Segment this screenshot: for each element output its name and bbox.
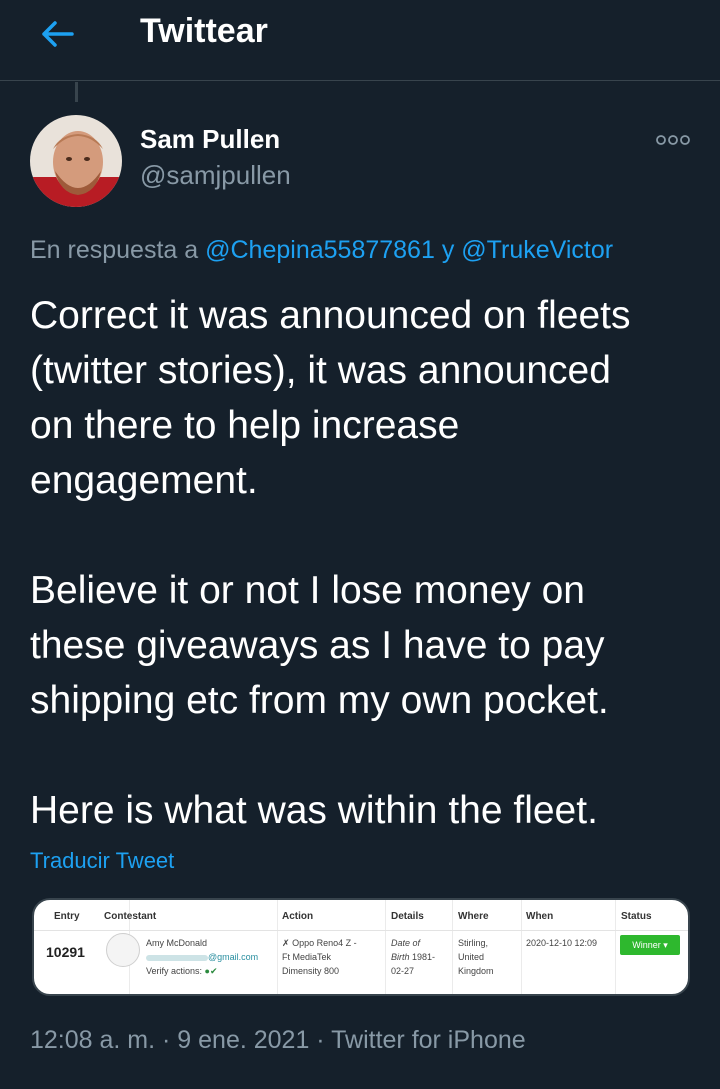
top-bar: Twittear [0, 0, 720, 81]
verify-label: Verify actions: [146, 966, 203, 976]
tweet-line: Here is what was within the fleet. [30, 789, 598, 832]
tweet-line: on there to help increase [30, 404, 460, 447]
table-divider [277, 900, 278, 994]
details-cell: Date of Birth 1981- 02-27 [391, 936, 435, 978]
tool-icon: ✗ [282, 938, 290, 948]
reply-prefix: En respuesta a [30, 236, 206, 264]
email-domain: @gmail.com [208, 952, 259, 962]
where-line: Kingdom [458, 966, 494, 976]
avatar-photo [30, 115, 122, 207]
author-avatar[interactable] [30, 115, 122, 207]
table-header-divider [34, 930, 688, 931]
contestant-cell: Amy McDonald @gmail.com Verify actions: … [146, 936, 258, 978]
author-name[interactable]: Sam Pullen [140, 124, 280, 155]
tweet-line: Believe it or not I lose money on [30, 569, 585, 612]
thread-connector [75, 82, 78, 102]
tweet-line: engagement. [30, 459, 258, 502]
redacted-email [146, 954, 208, 961]
table-divider [385, 900, 386, 994]
translate-tweet-link[interactable]: Traducir Tweet [30, 848, 174, 874]
tweet-text: Correct it was announced on fleets (twit… [30, 288, 700, 838]
table-divider [521, 900, 522, 994]
tweet-line: these giveaways as I have to pay [30, 624, 605, 667]
column-header-details: Details [391, 911, 424, 922]
tweet-media-image[interactable]: Entry Contestant Action Details Where Wh… [32, 898, 690, 996]
where-line: United [458, 952, 485, 962]
back-button[interactable] [38, 17, 78, 51]
where-cell: Stirling, United Kingdom [458, 936, 494, 978]
contestant-email: @gmail.com [146, 950, 258, 964]
details-line: Date of [391, 938, 421, 948]
contestant-name: Amy McDonald [146, 938, 208, 948]
tweet-line: shipping etc from my own pocket. [30, 679, 609, 722]
tweet-timestamp[interactable]: 12:08 a. m. · 9 ene. 2021 · Twitter for … [30, 1026, 526, 1055]
where-line: Stirling, [458, 938, 489, 948]
tweet-line-spacer [30, 508, 700, 563]
author-handle[interactable]: @samjpullen [140, 160, 291, 191]
more-dots-icon [656, 135, 690, 145]
verify-actions: Verify actions: ●✔ [146, 964, 258, 978]
column-header-entry: Entry [54, 911, 80, 922]
column-header-where: Where [458, 911, 489, 922]
tweet-line: Correct it was announced on fleets [30, 294, 631, 337]
action-line: Oppo Reno4 Z - [292, 938, 357, 948]
contestant-avatar [106, 933, 140, 967]
column-header-when: When [526, 911, 554, 922]
tweet-line-spacer [30, 728, 700, 783]
mention-link-2[interactable]: @TrukeVictor [461, 236, 613, 264]
check-circle-icon: ✔ [209, 966, 218, 976]
winner-status-badge: Winner ▾ [620, 935, 680, 955]
more-options-button[interactable] [655, 133, 691, 145]
action-line: Dimensity 800 [282, 966, 340, 976]
reply-join: y [434, 236, 462, 264]
details-line: 1981- [412, 952, 436, 962]
when-cell: 2020-12-10 12:09 [526, 938, 598, 948]
entry-number: 10291 [46, 944, 85, 960]
details-line: 02-27 [391, 966, 415, 976]
page-title: Twittear [140, 12, 268, 50]
reply-context: En respuesta a @Chepina55877861 y @Truke… [30, 236, 613, 265]
tweet-line: (twitter stories), it was announced [30, 349, 611, 392]
arrow-left-icon [42, 21, 74, 47]
action-cell: ✗ Oppo Reno4 Z - Ft MediaTek Dimensity 8… [282, 936, 357, 978]
column-header-status: Status [621, 911, 652, 922]
mention-link-1[interactable]: @Chepina55877861 [205, 236, 435, 264]
details-line: Birth [391, 952, 410, 962]
column-header-contestant: Contestant [104, 911, 157, 922]
table-divider [452, 900, 453, 994]
table-divider [615, 900, 616, 994]
column-header-action: Action [282, 911, 314, 922]
action-line: Ft MediaTek [282, 952, 332, 962]
